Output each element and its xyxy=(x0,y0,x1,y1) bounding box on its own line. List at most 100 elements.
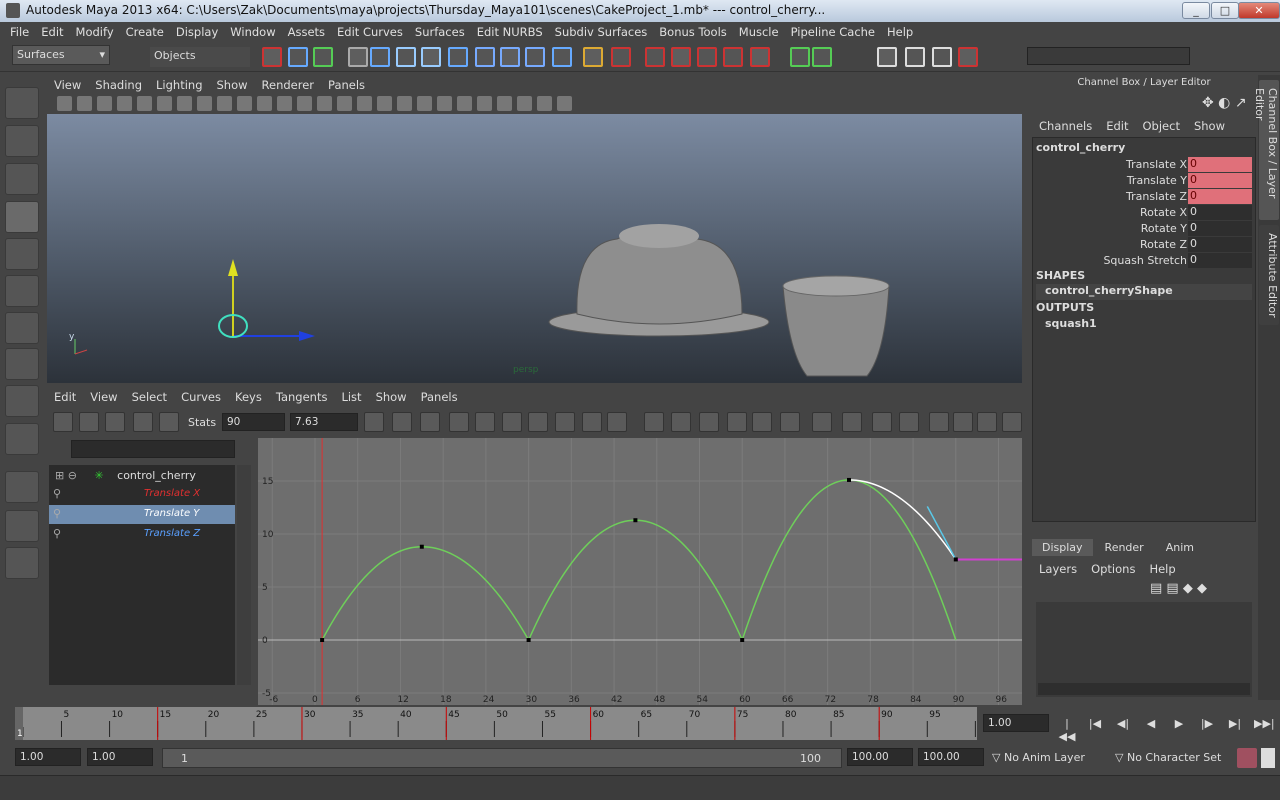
go-to-start-button[interactable]: |◀◀ xyxy=(1058,717,1076,743)
menu-surfaces[interactable]: Surfaces xyxy=(409,22,471,42)
graph-menu-tangents[interactable]: Tangents xyxy=(269,390,335,404)
attribute-value[interactable]: 0 xyxy=(1188,173,1252,188)
outliner-channel-row[interactable]: ⚲ Translate Z xyxy=(49,525,235,544)
viewport-toolbar-icon[interactable] xyxy=(117,96,132,111)
viewport-toolbar-icon[interactable] xyxy=(97,96,112,111)
maximize-button[interactable]: □ xyxy=(1211,2,1239,19)
attribute-value[interactable]: 0 xyxy=(1188,253,1252,268)
graph-menu-select[interactable]: Select xyxy=(125,390,174,404)
graph-menu-view[interactable]: View xyxy=(83,390,124,404)
graph-toolbar-icon[interactable] xyxy=(899,412,919,432)
graph-toolbar-icon[interactable] xyxy=(105,412,125,432)
keyframe-point[interactable] xyxy=(419,544,424,549)
graph-toolbar-icon[interactable] xyxy=(582,412,602,432)
viewport-toolbar-icon[interactable] xyxy=(537,96,552,111)
shelf-tool-icon[interactable] xyxy=(500,47,520,67)
attribute-value[interactable]: 0 xyxy=(1188,205,1252,220)
menu-help[interactable]: Help xyxy=(881,22,919,42)
step-forward-frame-button[interactable]: |▶ xyxy=(1198,717,1216,733)
shelf-tool-icon[interactable] xyxy=(932,47,952,67)
shelf-tool-icon[interactable] xyxy=(396,47,416,67)
shelf-tool-icon[interactable] xyxy=(671,47,691,67)
graph-toolbar-icon[interactable] xyxy=(555,412,575,432)
viewport-menu-show[interactable]: Show xyxy=(210,78,255,92)
end-time-field[interactable]: 100.00 xyxy=(918,748,984,766)
shelf-tool-icon[interactable] xyxy=(448,47,468,67)
menu-create[interactable]: Create xyxy=(120,22,170,42)
viewport-toolbar-icon[interactable] xyxy=(497,96,512,111)
playback-start-field[interactable]: 1.00 xyxy=(87,748,153,766)
layer-tab-display[interactable]: Display xyxy=(1032,539,1093,556)
keyframe-point[interactable] xyxy=(320,638,325,642)
menu-edit-nurbs[interactable]: Edit NURBS xyxy=(471,22,549,42)
menu-modify[interactable]: Modify xyxy=(70,22,120,42)
graph-menu-list[interactable]: List xyxy=(334,390,368,404)
graph-toolbar-icon[interactable] xyxy=(502,412,522,432)
attribute-row[interactable]: Rotate Z0 xyxy=(1033,237,1253,253)
keyframe-point[interactable] xyxy=(633,518,638,523)
channel-menu-channels[interactable]: Channels xyxy=(1032,119,1099,133)
shelf-tool-icon[interactable] xyxy=(288,47,308,67)
graph-toolbar-icon[interactable] xyxy=(752,412,772,432)
outliner-channel-row[interactable]: ⚲ Translate X xyxy=(49,485,235,504)
menu-window[interactable]: Window xyxy=(224,22,281,42)
graph-toolbar-icon[interactable] xyxy=(133,412,153,432)
minimize-button[interactable]: _ xyxy=(1182,2,1210,19)
anim-layer-dropdown[interactable]: ▽ No Anim Layer xyxy=(992,751,1110,764)
channel-menu-edit[interactable]: Edit xyxy=(1099,119,1135,133)
channel-menu-show[interactable]: Show xyxy=(1187,119,1232,133)
attribute-row[interactable]: Translate X0 xyxy=(1033,157,1253,173)
viewport-toolbar-icon[interactable] xyxy=(557,96,572,111)
attribute-row[interactable]: Translate Z0 xyxy=(1033,189,1253,205)
graph-toolbar-icon[interactable] xyxy=(420,412,440,432)
shelf-tool-icon[interactable] xyxy=(313,47,333,67)
graph-toolbar-icon[interactable] xyxy=(364,412,384,432)
viewport-menu-lighting[interactable]: Lighting xyxy=(149,78,209,92)
viewport-menu-renderer[interactable]: Renderer xyxy=(255,78,322,92)
go-to-end-button[interactable]: ▶▶| xyxy=(1254,717,1275,733)
rotate-tool-icon[interactable] xyxy=(5,238,39,270)
manipulator-tool-icon[interactable] xyxy=(5,312,39,344)
graph-view[interactable]: -6 0 6 12 18 24 30 36 42 48 54 60 66 72 78 84 90 96 -5 0 5 10… xyxy=(258,438,1022,705)
outliner-filter-field[interactable] xyxy=(71,440,235,458)
quick-input-field[interactable] xyxy=(1027,47,1190,65)
play-forward-button[interactable]: ▶ xyxy=(1170,717,1188,733)
viewport-toolbar-icon[interactable] xyxy=(277,96,292,111)
attribute-value[interactable]: 0 xyxy=(1188,237,1252,252)
time-slider[interactable]: 5101520253035404550556065707580859095101 xyxy=(15,707,989,740)
step-forward-key-button[interactable]: ▶| xyxy=(1226,717,1244,733)
viewport-toolbar-icon[interactable] xyxy=(477,96,492,111)
layer-scrollbar[interactable] xyxy=(1038,683,1250,695)
shelf-tool-icon[interactable] xyxy=(583,47,603,67)
shelf-tool-icon[interactable] xyxy=(905,47,925,67)
viewport-toolbar-icon[interactable] xyxy=(177,96,192,111)
shelf-tool-icon[interactable] xyxy=(611,47,631,67)
graph-toolbar-icon[interactable] xyxy=(812,412,832,432)
graph-toolbar-icon[interactable] xyxy=(449,412,469,432)
graph-toolbar-icon[interactable] xyxy=(671,412,691,432)
viewport-toolbar-icon[interactable] xyxy=(137,96,152,111)
layout-graph-icon[interactable] xyxy=(5,547,39,579)
shelf-tool-icon[interactable] xyxy=(645,47,665,67)
keyframe-point[interactable] xyxy=(526,638,531,642)
graph-toolbar-icon[interactable] xyxy=(699,412,719,432)
graph-toolbar-icon[interactable] xyxy=(644,412,664,432)
shelf-tool-icon[interactable] xyxy=(958,47,978,67)
move-tool-icon[interactable] xyxy=(5,201,39,233)
step-back-key-button[interactable]: |◀ xyxy=(1086,717,1104,733)
viewport-menu-shading[interactable]: Shading xyxy=(88,78,149,92)
select-tool-icon[interactable] xyxy=(5,87,39,119)
viewport-toolbar-icon[interactable] xyxy=(457,96,472,111)
shelf-tool-icon[interactable] xyxy=(370,47,390,67)
viewport-toolbar-icon[interactable] xyxy=(317,96,332,111)
layer-menu-options[interactable]: Options xyxy=(1084,562,1142,576)
output-node[interactable]: squash1 xyxy=(1045,317,1097,330)
close-button[interactable]: ✕ xyxy=(1238,2,1280,19)
shape-node[interactable]: control_cherryShape xyxy=(1036,284,1252,300)
tab-channel-box[interactable]: Channel Box / Layer Editor xyxy=(1253,80,1279,220)
preferences-button[interactable] xyxy=(1261,748,1275,768)
viewport-toolbar-icon[interactable] xyxy=(357,96,372,111)
graph-toolbar-icon[interactable] xyxy=(953,412,973,432)
outliner-object-row[interactable]: ⊞ ⊖ ✳ control_cherry xyxy=(55,469,235,485)
graph-toolbar-icon[interactable] xyxy=(53,412,73,432)
